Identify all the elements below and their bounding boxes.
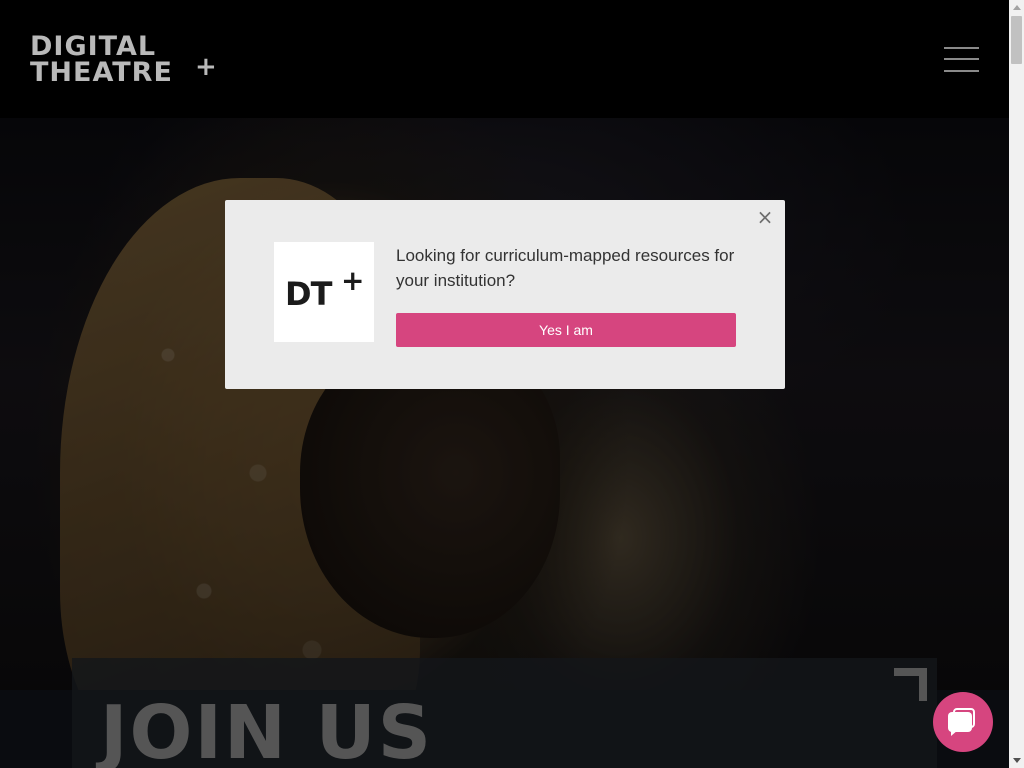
join-panel: JOIN US [72,658,937,768]
chat-icon [948,712,972,732]
corner-mark-icon [894,668,927,701]
site-logo[interactable]: DIGITAL THEATRE + [30,33,217,88]
modal-message: Looking for curriculum-mapped resources … [396,246,735,290]
join-title: JOIN US [100,690,434,768]
logo-plus: + [195,52,217,82]
yes-i-am-button[interactable]: Yes I am [396,313,736,347]
dt-logo-text: DT [285,275,332,313]
page: DIGITAL THEATRE + JOIN US × DT + Looking… [0,0,1009,768]
chat-icon-tail [951,730,958,736]
close-icon[interactable]: × [755,207,775,227]
hamburger-icon[interactable] [944,47,979,73]
dt-logo-plus: + [341,264,365,297]
site-header: DIGITAL THEATRE + [0,0,1009,118]
logo-line-2: THEATRE [30,57,173,88]
scrollbar-thumb[interactable] [1011,16,1022,64]
scroll-up-icon[interactable] [1009,0,1024,15]
scroll-down-icon[interactable] [1009,753,1024,768]
institution-modal: × DT + Looking for curriculum-mapped res… [225,200,785,389]
dt-plus-logo: DT + [274,242,374,342]
chat-launcher-button[interactable] [933,692,993,752]
vertical-scrollbar[interactable] [1009,0,1024,768]
